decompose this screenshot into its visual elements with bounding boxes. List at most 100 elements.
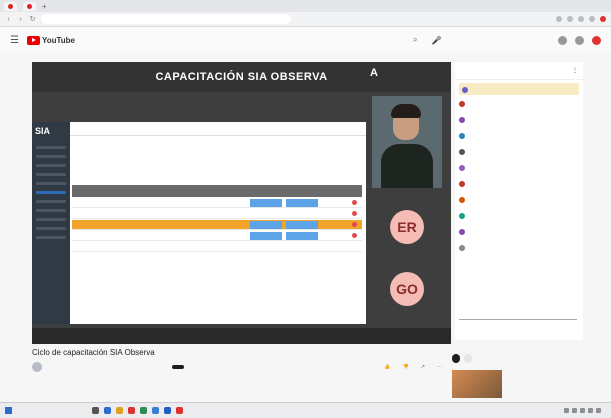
extension-icon[interactable] <box>578 16 584 22</box>
chat-message <box>455 162 583 178</box>
video-actions: 👍 👎 ↗ ⋯ <box>384 364 442 370</box>
mic-icon[interactable]: 🎤 <box>431 36 441 45</box>
shared-nav-item <box>36 227 66 230</box>
youtube-play-icon <box>26 35 40 45</box>
meeting-footer-bar <box>32 328 451 344</box>
address-bar[interactable] <box>41 14 291 24</box>
shared-cell-highlight <box>250 199 282 207</box>
taskbar-app-icon[interactable] <box>104 407 111 414</box>
tray-icon[interactable] <box>572 408 577 413</box>
os-taskbar <box>0 402 611 418</box>
shared-screen: SIA <box>32 122 366 324</box>
chat-avatar <box>459 181 465 187</box>
participant-camera-tile <box>372 96 442 188</box>
like-icon[interactable]: 👍 <box>384 364 390 370</box>
share-icon[interactable]: ↗ <box>421 364 425 370</box>
shared-cell-highlight <box>286 232 318 240</box>
chat-message <box>455 114 583 130</box>
browser-tab-strip: + <box>0 0 611 12</box>
chat-header: ⋮ <box>455 62 583 80</box>
extension-icon[interactable] <box>589 16 595 22</box>
organization-logo: A <box>370 67 381 79</box>
shared-nav-item-active <box>36 191 66 194</box>
chat-avatar <box>459 229 465 235</box>
shared-nav-item <box>36 155 66 158</box>
presenter-hair <box>391 104 421 118</box>
taskbar-app-icon[interactable] <box>164 407 171 414</box>
video-banner-title: CAPACITACIÓN SIA OBSERVA <box>155 71 328 83</box>
shared-nav-item <box>36 236 66 239</box>
taskbar-app-icon[interactable] <box>176 407 183 414</box>
channel-avatar[interactable] <box>32 362 42 372</box>
tray-icon[interactable] <box>596 408 601 413</box>
search-icon[interactable]: ⌕ <box>413 35 417 45</box>
search-input[interactable] <box>205 34 405 46</box>
video-title-banner: CAPACITACIÓN SIA OBSERVA <box>32 62 451 92</box>
shared-nav-item <box>36 200 66 203</box>
logo-mark-icon: A <box>370 67 378 79</box>
youtube-header: ☰ YouTube ⌕ 🎤 <box>0 27 611 53</box>
shared-cell-highlight <box>250 221 282 229</box>
presenter-body <box>381 144 433 188</box>
channel-row: 👍 👎 ↗ ⋯ <box>32 362 442 372</box>
reload-icon[interactable]: ↻ <box>29 15 36 23</box>
create-icon[interactable] <box>558 35 567 45</box>
more-icon[interactable]: ⋯ <box>437 364 442 370</box>
filter-chip[interactable] <box>464 353 472 363</box>
shared-nav-item <box>36 146 66 149</box>
tray-icon[interactable] <box>564 408 569 413</box>
taskbar-app-icon[interactable] <box>92 407 99 414</box>
chat-pinned-message[interactable] <box>459 83 579 95</box>
taskbar-app-icon[interactable] <box>152 407 159 414</box>
tray-icon[interactable] <box>580 408 585 413</box>
filter-chip[interactable] <box>452 353 460 363</box>
subscribe-button[interactable] <box>172 365 184 369</box>
more-options-icon[interactable]: ⋮ <box>572 67 578 74</box>
taskbar-app-icon[interactable] <box>140 407 147 414</box>
account-avatar[interactable] <box>592 35 601 45</box>
extension-icon[interactable] <box>567 16 573 22</box>
profile-icon[interactable] <box>600 16 606 22</box>
browser-tab[interactable] <box>23 1 36 11</box>
shared-nav-item <box>36 173 66 176</box>
shared-app-header <box>70 122 366 136</box>
chat-message <box>455 146 583 162</box>
delete-icon <box>352 222 357 227</box>
chat-message <box>455 210 583 226</box>
tray-icon[interactable] <box>588 408 593 413</box>
delete-icon <box>352 233 357 238</box>
menu-icon[interactable]: ☰ <box>10 35 19 46</box>
shared-nav-item <box>36 218 66 221</box>
shared-nav-item <box>36 182 66 185</box>
taskbar-app-icon[interactable] <box>116 407 123 414</box>
extension-icon[interactable] <box>556 16 562 22</box>
dislike-icon[interactable]: 👎 <box>403 364 409 370</box>
browser-tab[interactable] <box>4 1 17 11</box>
chat-avatar <box>459 117 465 123</box>
participant-avatar-er: ER <box>390 210 424 244</box>
related-filter-chips <box>452 352 584 364</box>
taskbar-app-icon[interactable] <box>128 407 135 414</box>
video-title: Ciclo de capacitación SIA Observa <box>32 348 155 357</box>
back-icon[interactable]: ‹ <box>5 16 12 23</box>
notifications-icon[interactable] <box>575 35 584 45</box>
chat-message <box>455 242 583 258</box>
youtube-logo[interactable]: YouTube <box>26 35 75 45</box>
video-player[interactable]: CAPACITACIÓN SIA OBSERVA A SIA ER GO <box>32 62 451 344</box>
chat-avatar <box>459 165 465 171</box>
shared-table-row <box>72 198 362 208</box>
forward-icon[interactable]: › <box>17 16 24 23</box>
chat-avatar <box>459 133 465 139</box>
chat-message <box>455 98 583 114</box>
chat-message <box>455 226 583 242</box>
live-chat-panel: ⋮ <box>455 62 583 340</box>
shared-table-row-highlighted <box>72 220 362 230</box>
windows-icon[interactable] <box>5 407 12 414</box>
shared-nav-item <box>36 209 66 212</box>
related-video-thumbnail[interactable] <box>452 370 502 398</box>
chat-avatar <box>459 197 465 203</box>
chat-avatar <box>459 101 465 107</box>
chat-avatar <box>459 245 465 251</box>
chat-message-input[interactable] <box>459 310 577 320</box>
new-tab-icon[interactable]: + <box>42 2 47 11</box>
